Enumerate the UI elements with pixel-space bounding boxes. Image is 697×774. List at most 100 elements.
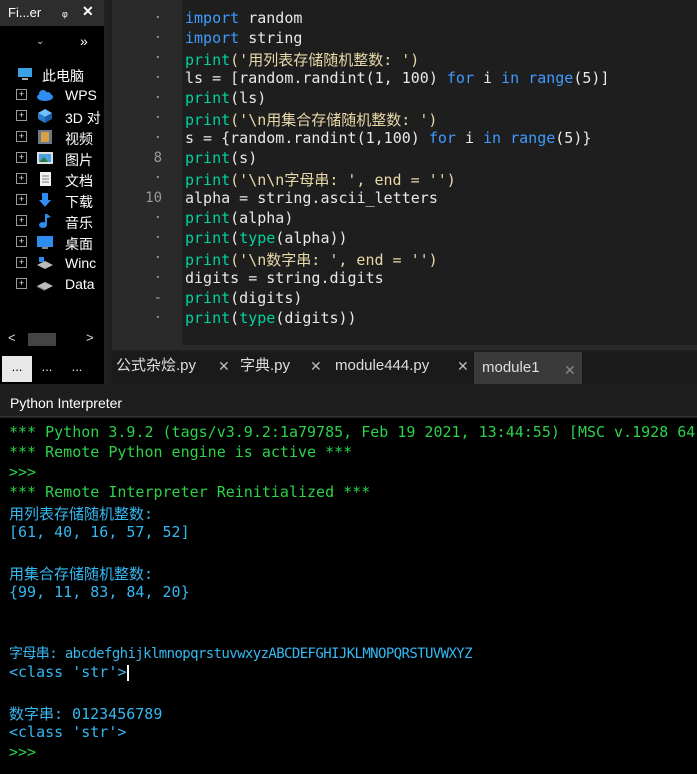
explorer-title-bar: Fi...er ᵩ ✕: [0, 0, 104, 26]
expand-icon[interactable]: +: [16, 257, 27, 268]
line-number: ·: [153, 230, 162, 246]
explorer-tab[interactable]: ...: [32, 356, 62, 382]
close-icon[interactable]: ✕: [457, 352, 469, 380]
line-number: ·: [153, 270, 162, 286]
scroll-left-icon[interactable]: <: [8, 330, 16, 345]
tree-item-downloads[interactable]: + 下载: [0, 190, 104, 210]
code-line: print('用列表存储随机整数: '): [185, 51, 420, 69]
scroll-thumb[interactable]: [28, 333, 56, 346]
console-line: <class 'str'>: [9, 723, 127, 741]
expand-icon[interactable]: +: [16, 215, 27, 226]
expand-icon[interactable]: +: [16, 89, 27, 100]
pin-icon[interactable]: ᵩ: [62, 4, 68, 19]
line-number: -: [153, 290, 162, 306]
expand-icon[interactable]: +: [16, 194, 27, 205]
expand-icon[interactable]: +: [16, 131, 27, 142]
tree-item-videos[interactable]: + 视频: [0, 127, 104, 147]
console-line: >>>: [9, 463, 37, 481]
console-line: 用集合存储随机整数:: [9, 565, 154, 583]
line-number: 8: [153, 150, 162, 166]
close-icon[interactable]: ✕: [82, 3, 94, 20]
tree-item-data-drive[interactable]: + Data: [0, 274, 104, 294]
expand-icon[interactable]: +: [16, 110, 27, 121]
console-line: {99, 11, 83, 84, 20}: [9, 583, 190, 601]
interpreter-title: Python Interpreter: [10, 395, 123, 411]
tab-module444[interactable]: module444.py ✕: [335, 352, 477, 382]
tree-item-label: Data: [65, 276, 95, 292]
3d-objects-icon: [38, 109, 52, 123]
tree-item-documents[interactable]: + 文档: [0, 169, 104, 189]
tab-dictionary[interactable]: 字典.py ✕: [240, 352, 328, 382]
line-number: ·: [153, 250, 162, 266]
line-number: ·: [153, 130, 162, 146]
code-area[interactable]: import random import string print('用列表存储…: [182, 0, 697, 345]
horizontal-scrollbar[interactable]: < >: [6, 330, 98, 348]
tree-item-music[interactable]: + 音乐: [0, 211, 104, 231]
more-button[interactable]: »: [80, 33, 88, 49]
music-icon: [39, 214, 51, 228]
tab-formula-mix[interactable]: 公式杂烩.py ✕: [116, 352, 234, 382]
tree-item-label: 3D 对: [65, 110, 101, 126]
tab-label: 公式杂烩.py: [116, 357, 197, 374]
explorer-nav-bar: ⌄ »: [6, 30, 98, 58]
expand-icon[interactable]: +: [16, 152, 27, 163]
panel-splitter[interactable]: [104, 0, 110, 384]
cloud-icon: [37, 90, 53, 101]
line-number: ·: [153, 50, 162, 66]
document-icon: [40, 172, 51, 186]
code-line: print(digits): [185, 289, 303, 307]
console-line: *** Python 3.9.2 (tags/v3.9.2:1a79785, F…: [9, 423, 696, 441]
tree-item-label: 视频: [65, 131, 93, 147]
expand-icon[interactable]: +: [16, 236, 27, 247]
close-icon[interactable]: ✕: [218, 352, 230, 380]
line-number: ·: [153, 310, 162, 326]
interpreter-console[interactable]: *** Python 3.9.2 (tags/v3.9.2:1a79785, F…: [0, 418, 697, 774]
explorer-tab[interactable]: ...: [62, 356, 92, 382]
tab-label: module444.py: [335, 357, 430, 374]
line-number: ·: [153, 90, 162, 106]
console-line-text: <class 'str'>: [9, 663, 127, 681]
console-line: 数字串: 0123456789: [9, 705, 163, 723]
code-editor[interactable]: · · · · · · · 8 · 10 · · · · - · import …: [112, 0, 697, 350]
explorer-tab[interactable]: ...: [2, 356, 32, 382]
close-icon[interactable]: ✕: [310, 352, 322, 380]
tree-item-wps[interactable]: + WPS: [0, 85, 104, 105]
console-line: <class 'str'>: [9, 663, 130, 681]
chevron-down-icon[interactable]: ⌄: [36, 36, 44, 47]
line-number: ·: [153, 170, 162, 186]
tree-item-3d-objects[interactable]: + 3D 对: [0, 106, 104, 126]
tab-label: 字典.py: [240, 357, 291, 374]
video-icon: [38, 130, 52, 144]
console-line: 字母串: abcdefghijklmnopqrstuvwxyzABCDEFGHI…: [9, 646, 473, 662]
tree-item-label: Winc: [65, 255, 97, 271]
tree-item-label: 文档: [65, 173, 93, 189]
scroll-right-icon[interactable]: >: [86, 330, 94, 345]
tree-item-this-pc[interactable]: 此电脑: [0, 64, 104, 84]
close-icon[interactable]: ✕: [564, 356, 576, 384]
desktop-icon: [37, 236, 53, 249]
code-line: print(s): [185, 149, 258, 167]
console-prompt[interactable]: >>>: [9, 743, 36, 761]
tree-item-windows-drive[interactable]: + Winc: [0, 253, 104, 273]
console-line: 用列表存储随机整数:: [9, 505, 154, 523]
interpreter-title-bar: Python Interpreter: [0, 390, 697, 417]
line-number: ·: [153, 10, 162, 26]
console-line: [61, 40, 16, 57, 52]: [9, 523, 190, 541]
tree-item-pictures[interactable]: + 图片: [0, 148, 104, 168]
expand-icon[interactable]: +: [16, 173, 27, 184]
expand-icon[interactable]: +: [16, 278, 27, 289]
line-number: ·: [153, 210, 162, 226]
tab-module1[interactable]: module1 ✕: [474, 352, 582, 384]
tab-label: module1: [482, 359, 540, 376]
tree-item-label: WPS: [65, 87, 97, 103]
code-line: print(alpha): [185, 209, 294, 227]
tree-item-label: 桌面: [65, 236, 93, 252]
tree-item-label: 此电脑: [42, 68, 84, 84]
drive-icon: [37, 282, 53, 291]
tree-item-desktop[interactable]: + 桌面: [0, 232, 104, 252]
tree-item-label: 音乐: [65, 215, 93, 231]
code-line: import string: [185, 29, 303, 47]
code-line: print(ls): [185, 89, 267, 107]
line-number: ·: [153, 30, 162, 46]
explorer-tabs: ... ... ...: [0, 356, 104, 382]
